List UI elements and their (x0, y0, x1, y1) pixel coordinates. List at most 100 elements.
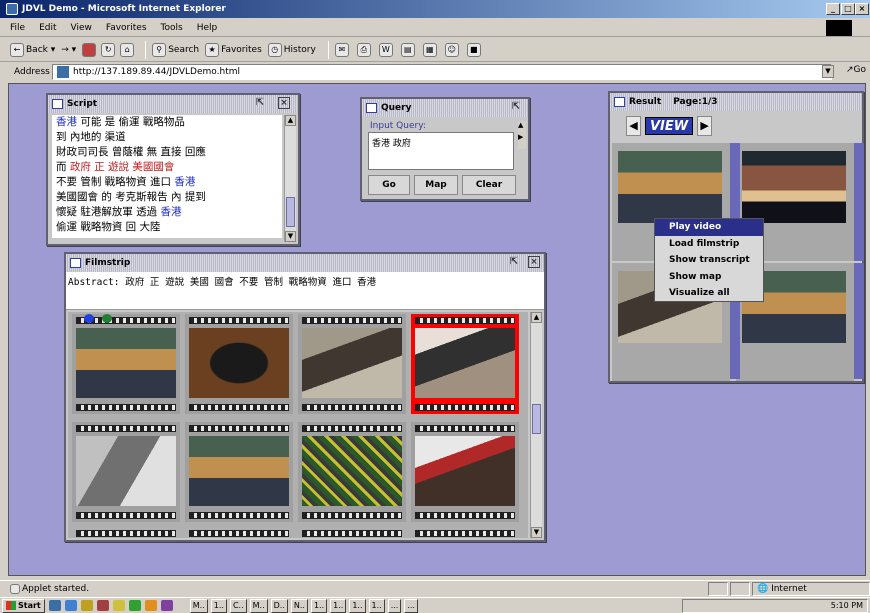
app-icon[interactable] (128, 600, 141, 611)
refresh-icon[interactable]: ↻ (101, 42, 116, 57)
restore-icon[interactable]: ⇱ (254, 97, 266, 108)
page-icon (57, 66, 69, 78)
task-list: M.. 1.. C.. M.. D.. N.. 1.. 1.. 1.. 1........ (187, 598, 418, 613)
query-scroll-arrows[interactable]: ▲ ▶ (518, 121, 526, 149)
favorites-button[interactable]: ★ Favorites (205, 42, 262, 57)
filmstrip-titlebar[interactable]: Filmstrip ⇱ × (66, 254, 544, 272)
script-scrollbar[interactable]: ▲ ▼ (284, 115, 296, 242)
film-sprocket (76, 530, 176, 537)
taskbar-task[interactable]: N.. (290, 598, 308, 613)
media-icon[interactable]: ■ (466, 42, 481, 57)
query-titlebar[interactable]: Query ⇱ (362, 99, 528, 117)
context-menu-item[interactable]: Show transcript (655, 252, 763, 269)
filmstrip-thumbnail[interactable] (298, 422, 406, 522)
history-button[interactable]: ◷ History (267, 42, 316, 57)
taskbar-task[interactable]: 1.. (210, 598, 227, 613)
view-button[interactable]: VIEW (645, 117, 694, 135)
search-button[interactable]: ⚲ Search (152, 42, 199, 57)
context-menu-item[interactable]: Visualize all (655, 285, 763, 302)
taskbar-task[interactable]: M.. (189, 598, 208, 613)
taskbar-task[interactable]: 1.. (310, 598, 328, 613)
filmstrip-thumbnail[interactable] (411, 422, 519, 522)
home-icon[interactable]: ⌂ (120, 42, 135, 57)
windows-logo-icon (826, 20, 852, 36)
filmstrip-thumbnail[interactable] (298, 314, 406, 414)
taskbar-task[interactable]: D.. (270, 598, 288, 613)
go-button[interactable]: ↗Go (846, 65, 866, 75)
ie-icon (6, 3, 18, 15)
discuss-icon[interactable]: ▤ (400, 42, 415, 57)
taskbar-task[interactable]: ... (404, 598, 418, 613)
clear-button[interactable]: Clear (462, 175, 516, 195)
restore-icon[interactable]: ⇱ (508, 256, 520, 267)
research-icon[interactable]: ▦ (422, 42, 437, 57)
start-button[interactable]: Start (2, 598, 45, 613)
taskbar-task[interactable]: 1.. (368, 598, 385, 613)
keyframe-image (302, 436, 402, 506)
map-button[interactable]: Map (414, 175, 458, 195)
scroll-up-icon[interactable]: ▲ (531, 312, 542, 323)
filmstrip-scrollbar[interactable]: ▲ ▼ (530, 312, 542, 538)
print-icon[interactable]: ⎙ (356, 42, 371, 57)
filmstrip-thumbnail[interactable] (72, 314, 180, 414)
ie-quicklaunch-icon[interactable] (64, 600, 77, 611)
taskbar-task[interactable]: 1.. (330, 598, 347, 613)
messenger-icon[interactable]: ☺ (444, 42, 459, 57)
context-menu-item[interactable]: Load filmstrip (655, 236, 763, 253)
back-label: Back (26, 44, 48, 55)
filmstrip-thumbnail[interactable] (411, 314, 519, 414)
menu-edit[interactable]: Edit (39, 23, 56, 33)
maximize-button[interactable]: □ (841, 3, 855, 15)
script-titlebar[interactable]: Script ⇱ × (48, 95, 298, 113)
close-icon[interactable]: × (278, 97, 290, 109)
green-marker-icon (102, 314, 112, 323)
minimize-button[interactable]: _ (826, 3, 840, 15)
close-button[interactable]: × (855, 3, 869, 15)
scroll-down-icon[interactable]: ▼ (531, 527, 542, 538)
scroll-up-icon[interactable]: ▲ (518, 121, 523, 129)
media-player-icon[interactable] (144, 600, 157, 611)
scroll-thumb[interactable] (286, 197, 295, 227)
scroll-thumb[interactable] (532, 404, 541, 434)
folder-icon[interactable] (80, 600, 93, 611)
menu-view[interactable]: View (71, 23, 92, 33)
previous-page-icon[interactable]: ◀ (626, 116, 641, 136)
filmstrip-thumbnail[interactable] (72, 422, 180, 522)
restore-icon[interactable]: ⇱ (510, 101, 522, 112)
app-icon[interactable] (96, 600, 109, 611)
start-label: Start (18, 601, 41, 610)
taskbar-task[interactable]: M.. (249, 598, 268, 613)
scroll-up-icon[interactable]: ▲ (285, 115, 296, 126)
mail-icon[interactable]: ✉ (334, 42, 349, 57)
scroll-right-icon[interactable]: ▶ (518, 133, 523, 141)
context-menu-item[interactable]: Show map (655, 269, 763, 286)
filmstrip-thumbnail[interactable] (185, 422, 293, 522)
app-icon[interactable] (160, 600, 173, 611)
address-field[interactable]: http://137.189.89.44/JDVLDemo.html (52, 64, 832, 80)
desktop-icon[interactable] (48, 600, 61, 611)
edit-word-icon[interactable]: W (378, 42, 393, 57)
query-input[interactable]: 香港 政府 (368, 132, 514, 170)
forward-button[interactable]: → ▾ (61, 45, 76, 55)
next-page-icon[interactable]: ▶ (697, 116, 713, 136)
taskbar-task[interactable]: 1.. (349, 598, 366, 613)
go-query-button[interactable]: Go (368, 175, 410, 195)
back-button[interactable]: ← Back ▾ (10, 42, 55, 57)
menu-tools[interactable]: Tools (161, 23, 183, 33)
forward-arrow-icon: → (61, 44, 69, 55)
close-icon[interactable]: × (528, 256, 540, 268)
app-icon[interactable] (112, 600, 125, 611)
context-menu-item[interactable]: Play video (655, 219, 763, 236)
taskbar-task[interactable]: ... (387, 598, 402, 613)
blue-marker-icon (84, 314, 94, 323)
result-titlebar[interactable]: Result Page:1/3 (610, 93, 862, 111)
menu-file[interactable]: File (10, 23, 25, 33)
menu-favorites[interactable]: Favorites (106, 23, 147, 33)
stop-icon[interactable] (82, 42, 97, 57)
filmstrip-thumbnail[interactable] (185, 314, 293, 414)
taskbar-task[interactable]: C.. (229, 598, 247, 613)
transcript-line: 懷疑 駐港解放軍 透過 香港 (52, 205, 282, 220)
scroll-down-icon[interactable]: ▼ (285, 231, 296, 242)
address-dropdown-icon[interactable]: ▼ (822, 65, 834, 78)
menu-help[interactable]: Help (197, 23, 218, 33)
